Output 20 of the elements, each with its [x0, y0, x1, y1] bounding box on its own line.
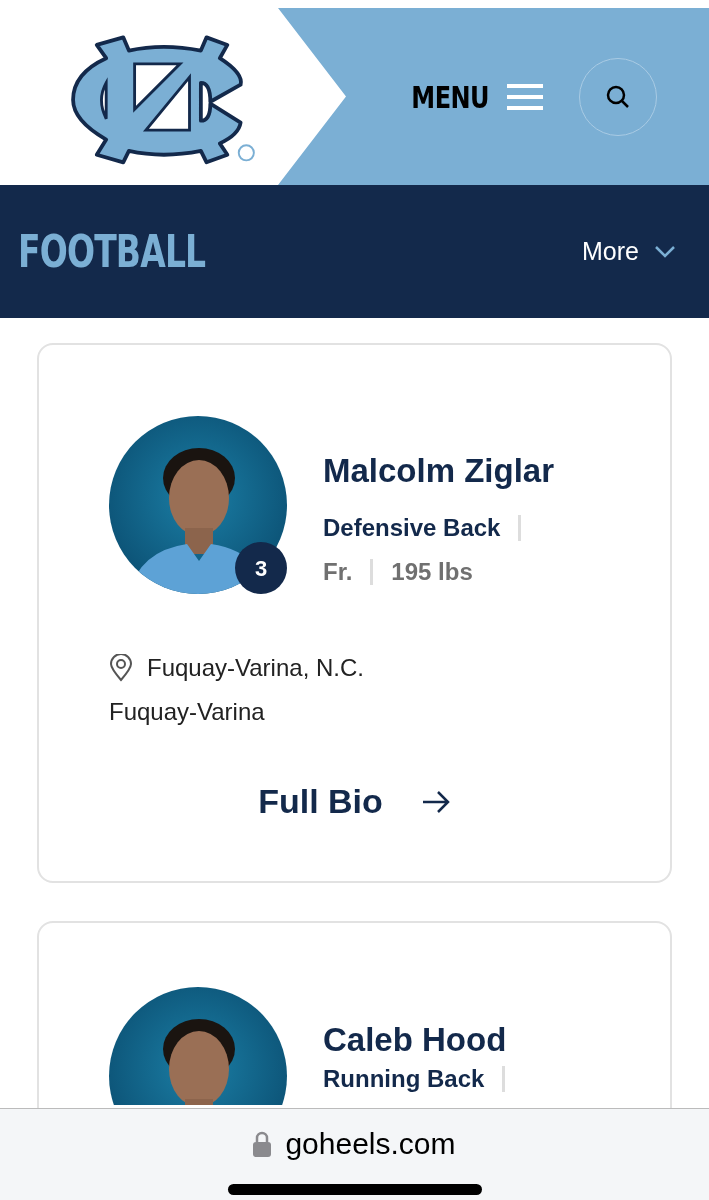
- player-name: Caleb Hood: [323, 1020, 507, 1060]
- lock-icon: [253, 1130, 272, 1157]
- high-school: Fuquay-Varina: [109, 697, 265, 727]
- full-bio-link[interactable]: Full Bio: [258, 776, 451, 827]
- jersey-number-badge: 3: [235, 542, 287, 594]
- more-dropdown[interactable]: More: [582, 232, 691, 271]
- menu-icon: [507, 83, 543, 111]
- url-text[interactable]: goheels.com: [285, 1121, 456, 1166]
- player-position: Defensive Back: [323, 512, 501, 543]
- player-weight: 195 lbs: [391, 556, 473, 587]
- chevron-down-icon: [655, 245, 675, 258]
- player-position: Running Back: [323, 1064, 485, 1093]
- section-title: FOOTBALL: [18, 224, 206, 279]
- hometown: Fuquay-Varina, N.C.: [147, 653, 364, 683]
- arrow-right-icon: [420, 789, 451, 814]
- menu-button[interactable]: MENU: [392, 74, 543, 120]
- location-pin-icon: [109, 654, 133, 682]
- player-name: Malcolm Ziglar: [323, 451, 555, 491]
- search-icon: [605, 84, 631, 110]
- class-year: Fr.: [323, 556, 353, 587]
